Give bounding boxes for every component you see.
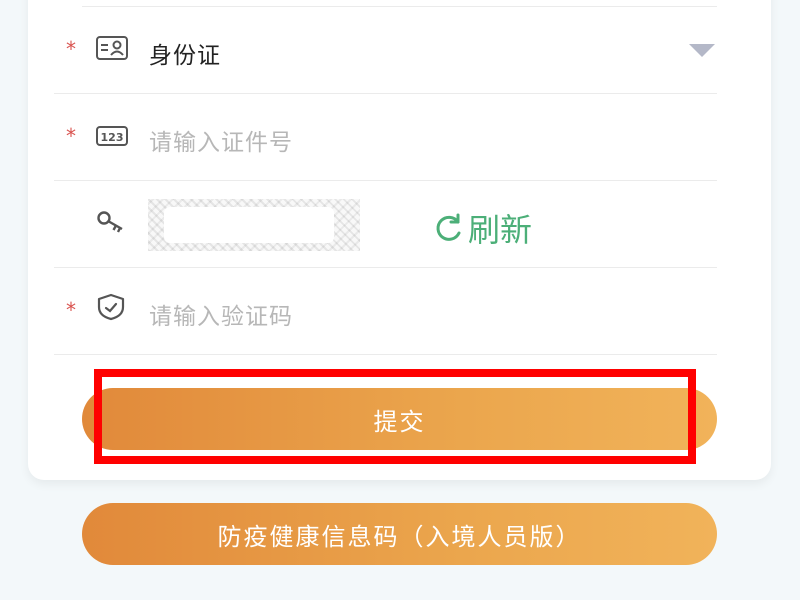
required-mark: * [66,124,76,148]
key-icon [96,209,128,237]
id-card-icon [96,36,128,64]
refresh-button[interactable]: 刷新 [432,205,532,251]
refresh-label: 刷新 [468,211,533,249]
verify-code-input[interactable]: 请输入验证码 [149,297,293,331]
required-mark: * [66,37,76,61]
id-type-value: 身份证 [149,43,221,69]
submit-button[interactable]: 提交 [82,388,717,450]
refresh-icon [436,213,461,241]
chevron-down-icon[interactable] [689,44,715,57]
id-type-select[interactable]: * 身份证 [54,7,717,94]
captcha-mask [164,207,334,243]
captcha-row: 刷新 [54,181,717,268]
id-number-field[interactable]: * 123 请输入证件号 [54,94,717,181]
captcha-image[interactable] [148,199,360,251]
verify-code-field[interactable]: * 请输入验证码 [54,268,717,355]
required-mark: * [66,298,76,322]
shield-check-icon [96,293,128,321]
svg-text:123: 123 [101,131,124,144]
number-123-icon: 123 [96,125,128,153]
id-number-input[interactable]: 请输入证件号 [149,123,293,157]
health-code-button[interactable]: 防疫健康信息码（入境人员版） [82,503,717,565]
